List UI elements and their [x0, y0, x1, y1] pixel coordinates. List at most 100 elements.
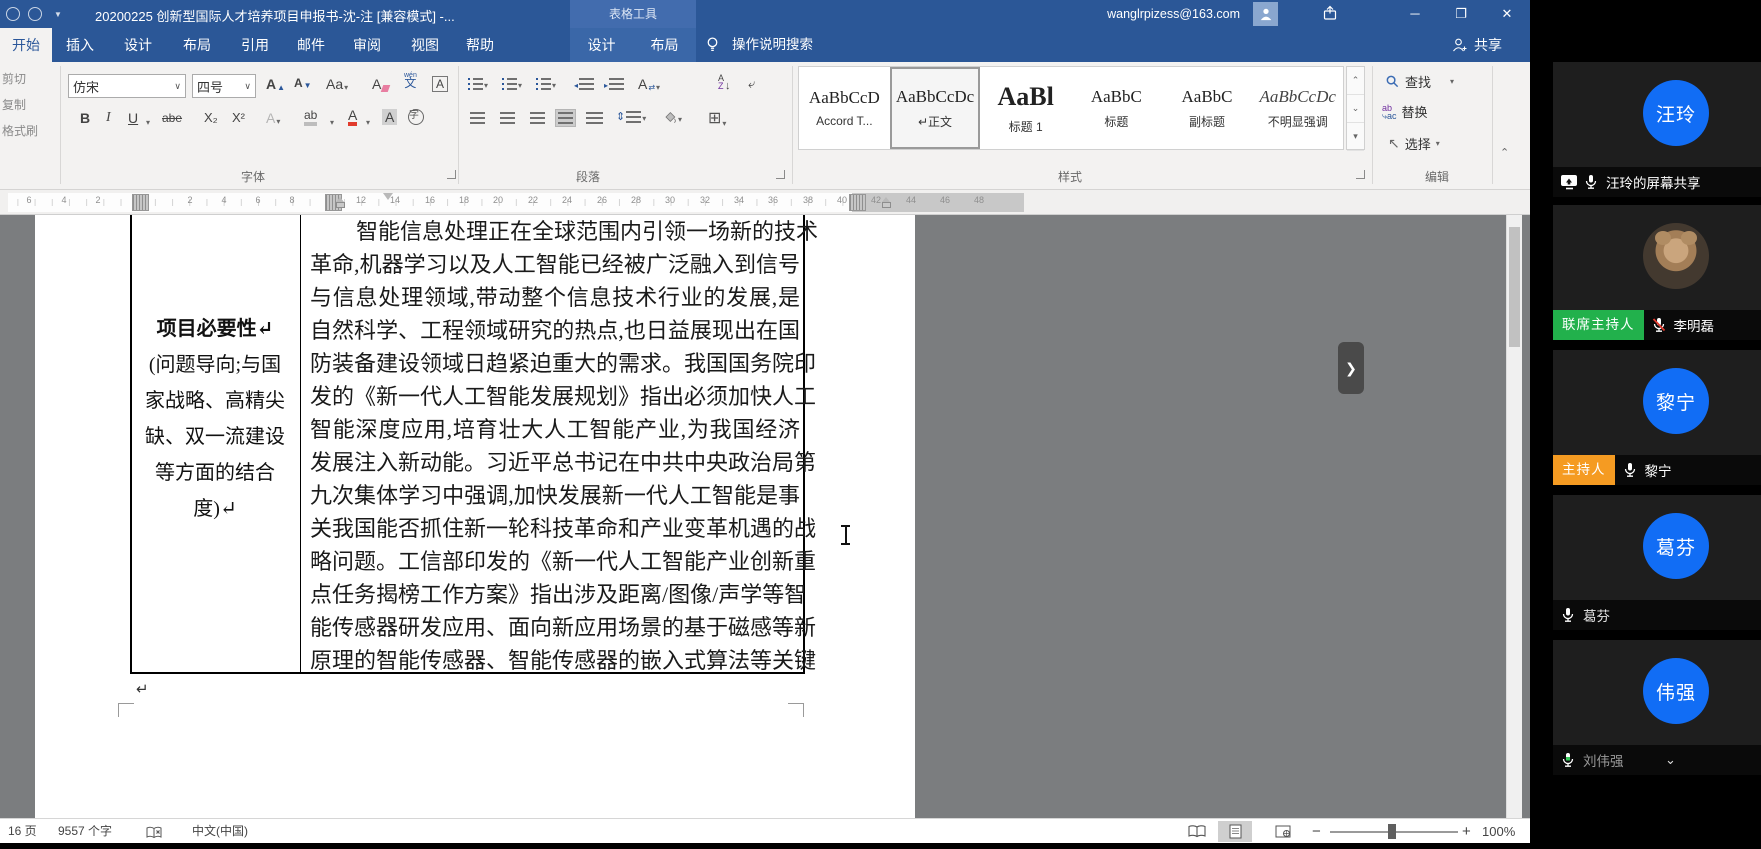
- tab-insert[interactable]: 插入: [66, 28, 94, 62]
- proofing-icon[interactable]: [146, 824, 162, 849]
- gallery-more-icon[interactable]: ▾: [1347, 123, 1364, 151]
- style-item[interactable]: AaBbC标题: [1071, 67, 1162, 149]
- show-marks-button[interactable]: ⤶: [748, 76, 755, 92]
- collapse-ribbon-icon[interactable]: ⌃: [1500, 146, 1509, 159]
- align-right-button[interactable]: [530, 112, 545, 124]
- right-indent-marker[interactable]: [882, 202, 891, 208]
- table-column-marker-icon[interactable]: [132, 194, 149, 211]
- participant-tile[interactable]: 黎宁 主持人 黎宁: [1553, 350, 1761, 485]
- decrease-indent-button[interactable]: ◂: [574, 78, 594, 90]
- underline-button[interactable]: U: [128, 110, 138, 126]
- print-layout-button[interactable]: [1218, 821, 1252, 842]
- multilevel-list-button[interactable]: ▾: [536, 78, 556, 90]
- font-dialog-launcher-icon[interactable]: [447, 170, 456, 179]
- asian-layout-button[interactable]: A⇄▾: [638, 76, 660, 92]
- tab-references[interactable]: 引用: [241, 28, 269, 62]
- copy-button[interactable]: 复制: [2, 96, 26, 113]
- borders-button[interactable]: ⊞▾: [708, 108, 726, 128]
- tab-table-design[interactable]: 设计: [588, 35, 616, 55]
- enclose-characters-button[interactable]: 字: [408, 109, 424, 125]
- superscript-button[interactable]: X²: [232, 110, 245, 125]
- zoom-in-button[interactable]: +: [1462, 819, 1471, 844]
- chevron-down-icon[interactable]: ⌄: [1665, 752, 1676, 768]
- table-column-marker-icon[interactable]: [849, 194, 866, 211]
- numbering-button[interactable]: ▾: [502, 78, 522, 90]
- quick-access-caret-icon[interactable]: ▼: [54, 10, 62, 19]
- tab-review[interactable]: 审阅: [353, 28, 381, 62]
- text-effects-button[interactable]: A▾: [266, 110, 280, 126]
- web-layout-button[interactable]: [1266, 821, 1300, 842]
- vertical-scrollbar[interactable]: [1506, 215, 1522, 818]
- zoom-out-button[interactable]: −: [1312, 819, 1321, 844]
- style-item[interactable]: AaBbC副标题: [1162, 67, 1253, 149]
- gallery-scroll-up-icon[interactable]: ⌃: [1347, 67, 1364, 95]
- highlight-button[interactable]: ab: [304, 109, 317, 126]
- bold-button[interactable]: B: [80, 110, 90, 126]
- hanging-indent-marker[interactable]: [336, 202, 345, 208]
- shrink-font-button[interactable]: A▼: [294, 76, 312, 90]
- tab-view[interactable]: 视图: [411, 28, 439, 62]
- quick-access-undo-icon[interactable]: [28, 7, 42, 21]
- zoom-level[interactable]: 100%: [1482, 819, 1515, 844]
- replace-button[interactable]: ab⤷ac 替换: [1382, 102, 1428, 121]
- document-page[interactable]: 项目必要性↵(问题导向;与国家战略、高精尖缺、双一流建设等方面的结合度)↵ 智能…: [35, 215, 915, 818]
- line-spacing-button[interactable]: ⇕▾: [616, 110, 646, 123]
- align-left-button[interactable]: [470, 112, 485, 124]
- font-family-combo[interactable]: 仿宋∨: [68, 74, 186, 98]
- style-item[interactable]: AaBbCcDc↵正文: [890, 67, 981, 149]
- styles-dialog-launcher-icon[interactable]: [1356, 170, 1365, 179]
- character-border-button[interactable]: A: [432, 76, 448, 92]
- restore-button[interactable]: ❐: [1438, 0, 1484, 28]
- zoom-slider-handle[interactable]: [1388, 824, 1396, 839]
- tab-table-layout[interactable]: 布局: [651, 35, 679, 55]
- participant-tile[interactable]: 葛芬 葛芬: [1553, 495, 1761, 630]
- align-center-button[interactable]: [500, 112, 515, 124]
- phonetic-guide-button[interactable]: wén文: [404, 72, 417, 87]
- scrollbar-thumb[interactable]: [1509, 227, 1520, 347]
- cut-button[interactable]: 剪切: [2, 70, 26, 87]
- panel-expand-handle[interactable]: ❯: [1338, 342, 1364, 394]
- character-shading-button[interactable]: A: [382, 109, 397, 125]
- style-item[interactable]: AaBl标题 1: [980, 67, 1071, 149]
- style-item[interactable]: AaBbCcDc不明显强调: [1252, 67, 1343, 149]
- font-size-combo[interactable]: 四号∨: [192, 74, 256, 98]
- subscript-button[interactable]: X₂: [204, 110, 218, 125]
- distribute-button[interactable]: [586, 112, 603, 124]
- participant-tile[interactable]: 汪玲 汪玲的屏幕共享: [1553, 62, 1761, 197]
- change-case-button[interactable]: Aa▾: [326, 76, 348, 92]
- paragraph-dialog-launcher-icon[interactable]: [776, 170, 785, 179]
- shading-bucket-button[interactable]: ▾: [662, 110, 682, 124]
- increase-indent-button[interactable]: ▸: [604, 78, 624, 90]
- find-button[interactable]: 查找▾: [1385, 72, 1454, 91]
- table-cell-content[interactable]: 智能信息处理正在全球范围内引领一场新的技术革命,机器学习以及人工智能已经被广泛融…: [310, 215, 800, 677]
- tell-me-search[interactable]: 操作说明搜索: [732, 28, 813, 62]
- style-item[interactable]: AaBbCcDAccord T...: [799, 67, 890, 149]
- minimize-button[interactable]: ─: [1392, 0, 1438, 28]
- tab-design[interactable]: 设计: [124, 28, 152, 62]
- quick-access-save-icon[interactable]: [6, 7, 20, 21]
- table-cell-label[interactable]: 项目必要性↵(问题导向;与国家战略、高精尖缺、双一流建设等方面的结合度)↵: [135, 311, 295, 527]
- horizontal-ruler[interactable]: 6422468121416182022242628303234363840424…: [0, 190, 1530, 215]
- participant-tile[interactable]: 联席主持人 李明磊: [1553, 205, 1761, 340]
- tab-layout[interactable]: 布局: [183, 28, 211, 62]
- participant-tile[interactable]: 伟强 刘伟强 ⌄: [1553, 640, 1761, 775]
- clear-formatting-button[interactable]: A: [372, 76, 389, 92]
- bullets-button[interactable]: ▾: [468, 78, 488, 90]
- gallery-scroll-down-icon[interactable]: ⌄: [1347, 95, 1364, 123]
- word-count[interactable]: 9557 个字: [58, 819, 112, 844]
- close-button[interactable]: ✕: [1484, 0, 1530, 28]
- select-button[interactable]: ↖ 选择▾: [1388, 134, 1440, 153]
- strikethrough-button[interactable]: abe: [162, 111, 182, 125]
- font-color-button[interactable]: A: [348, 109, 357, 126]
- font-color-caret-icon[interactable]: ▾: [366, 118, 370, 127]
- grow-font-button[interactable]: A▲: [266, 76, 285, 92]
- highlight-caret-icon[interactable]: ▾: [330, 118, 334, 127]
- justify-button[interactable]: [556, 110, 575, 126]
- sort-button[interactable]: AZ↓: [718, 74, 731, 90]
- tab-home[interactable]: 开始: [0, 28, 52, 62]
- language-indicator[interactable]: 中文(中国): [192, 819, 248, 844]
- first-line-indent-marker[interactable]: [383, 193, 393, 200]
- underline-caret-icon[interactable]: ▾: [146, 118, 150, 127]
- italic-button[interactable]: I: [106, 110, 111, 126]
- account-avatar[interactable]: [1253, 2, 1278, 26]
